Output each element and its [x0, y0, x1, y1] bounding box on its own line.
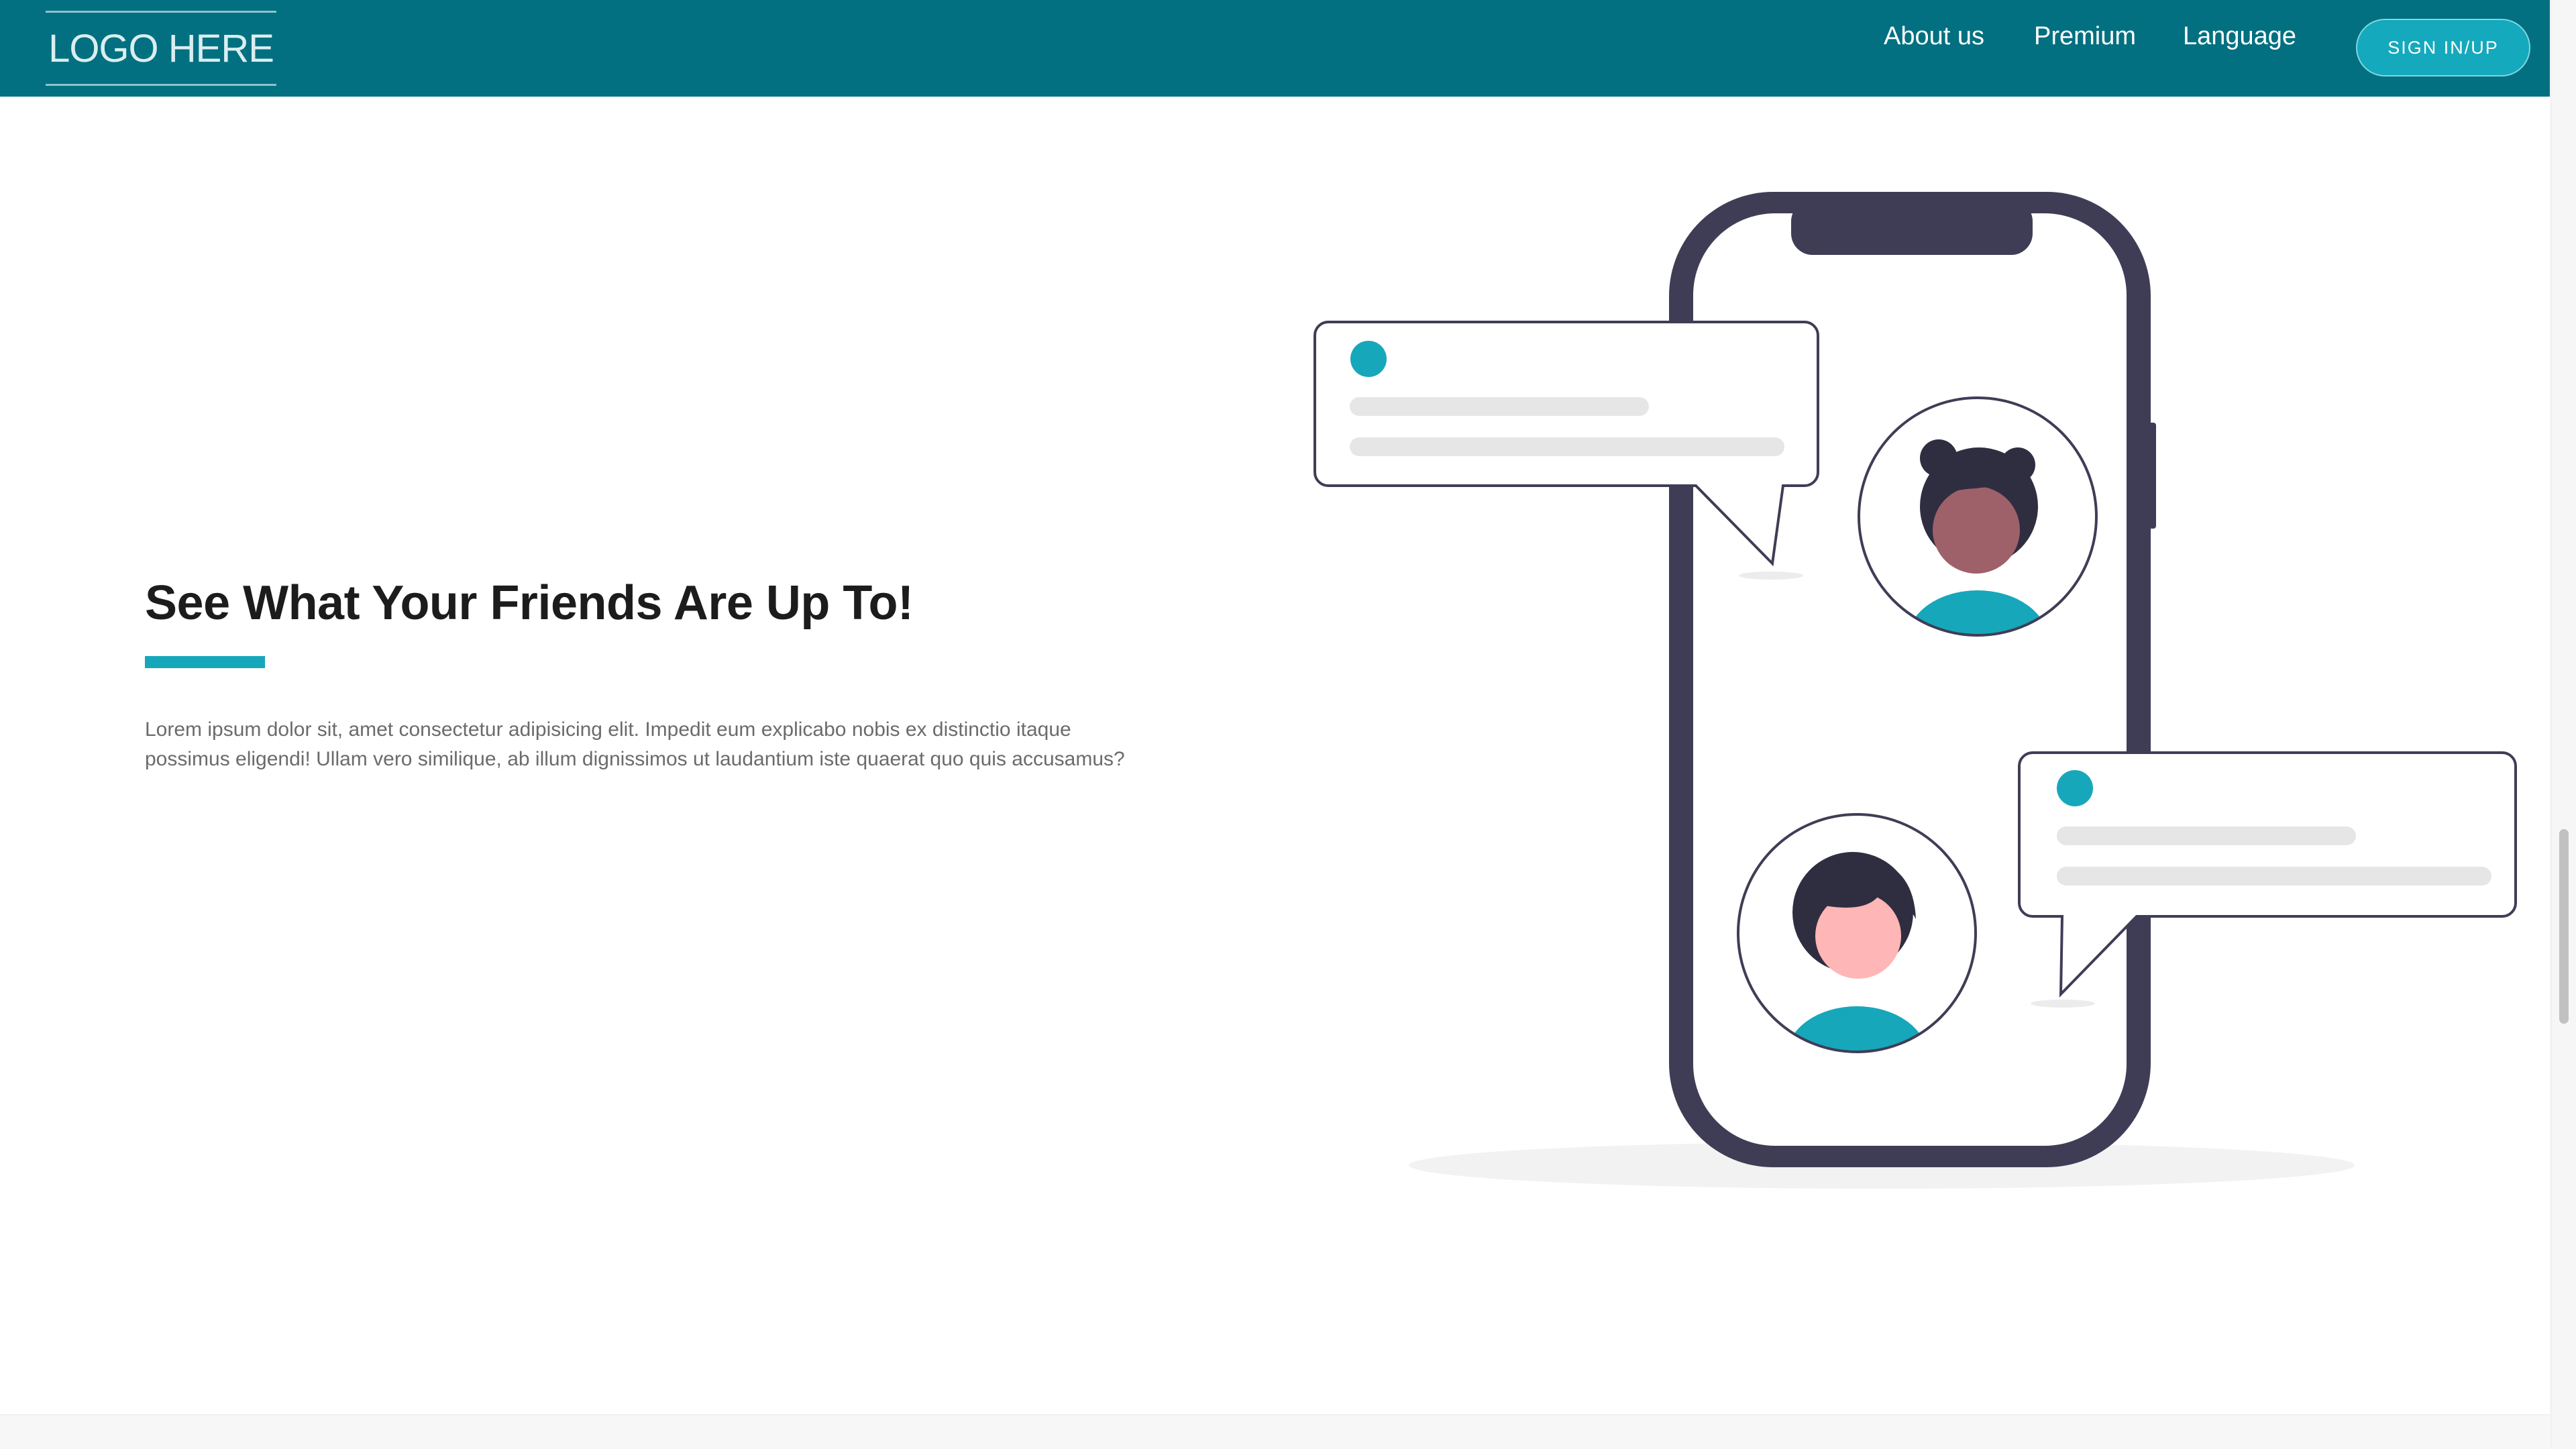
hero-description: Lorem ipsum dolor sit, amet consectetur … [145, 718, 1125, 770]
bubble-1-dot [1350, 341, 1387, 377]
nav-language[interactable]: Language [2183, 0, 2296, 72]
nav-premium[interactable]: Premium [2034, 0, 2136, 72]
hero-title: See What Your Friends Are Up To! [145, 576, 914, 630]
nav-about-us[interactable]: About us [1884, 0, 1984, 72]
phone-chat-svg [1313, 192, 2517, 1189]
sign-in-up-button[interactable]: SIGN IN/UP [2356, 19, 2530, 76]
bubble-1-shadow [1739, 572, 1803, 580]
phone-chat-illustration [1275, 161, 2536, 1208]
bubble-2-line-1 [2057, 826, 2356, 845]
phone-notch [1791, 200, 2033, 255]
scrollbar-track[interactable] [2551, 0, 2576, 1449]
bubble-2-dot [2057, 770, 2093, 806]
bubble-2-line-2 [2057, 867, 2491, 885]
top-navbar: LOGO HERE About us Premium Language SIGN… [0, 0, 2550, 97]
bubble-2-shadow [2031, 1000, 2095, 1008]
bubble-1-line-2 [1350, 437, 1784, 456]
page: LOGO HERE About us Premium Language SIGN… [0, 0, 2576, 1449]
bubble-1-line-1 [1350, 397, 1649, 416]
scrollbar-thumb[interactable] [2559, 829, 2569, 1024]
logo[interactable]: LOGO HERE [46, 11, 276, 86]
next-section-edge [0, 1414, 2550, 1449]
title-underline [145, 656, 265, 668]
